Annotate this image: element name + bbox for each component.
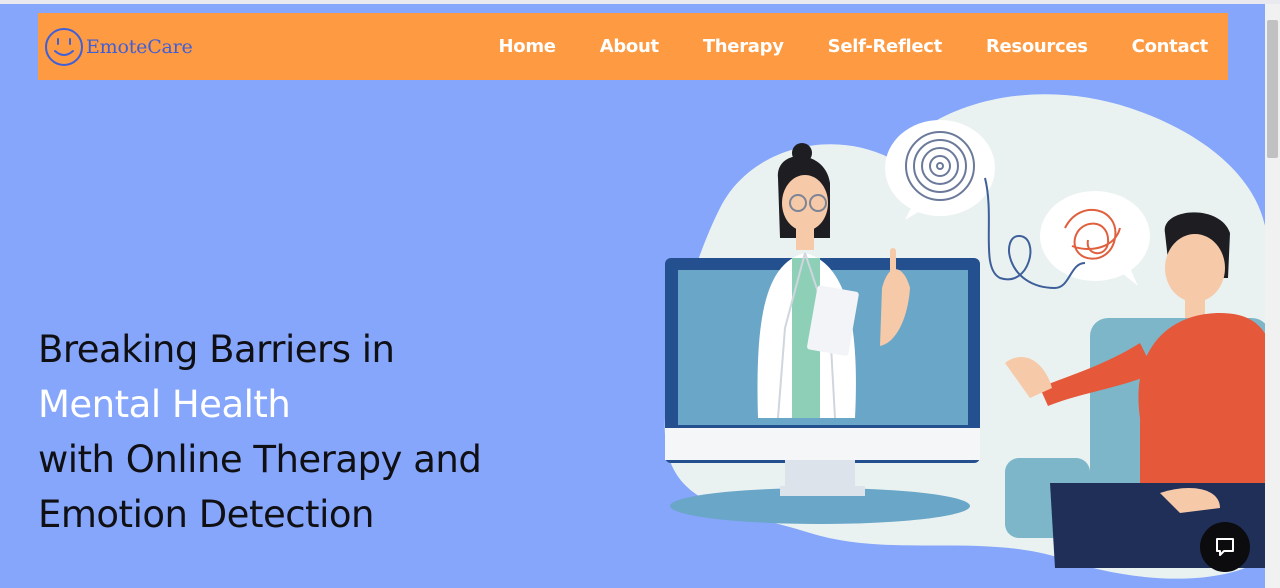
nav-therapy[interactable]: Therapy [703,36,784,57]
nav-contact[interactable]: Contact [1132,36,1209,57]
scrollbar-up-arrow[interactable] [1265,4,1280,18]
nav-resources[interactable]: Resources [986,36,1088,57]
hero-line-highlight: Mental Health [38,383,291,426]
nav-home[interactable]: Home [499,36,557,57]
smiley-face-icon [45,27,83,66]
therapy-illustration [664,94,1265,579]
browser-top-edge [0,0,1280,4]
hero-heading: Breaking Barriers in Mental Health with … [38,322,482,542]
scrollbar-down-arrow[interactable] [1265,574,1280,588]
hero-line-4: Emotion Detection [38,493,374,536]
chat-button[interactable] [1200,522,1250,572]
brand-logo[interactable]: EmoteCare [44,27,193,67]
brand-name: EmoteCare [86,35,193,58]
chat-bubble-icon [1216,538,1234,556]
navbar: EmoteCare Home About Therapy Self-Reflec… [38,13,1228,80]
vertical-scrollbar[interactable] [1265,18,1280,588]
nav-about[interactable]: About [600,36,659,57]
nav-self-reflect[interactable]: Self-Reflect [828,36,943,57]
main-nav: Home About Therapy Self-Reflect Resource… [455,13,1209,80]
hero-line-1: Breaking Barriers in [38,328,395,371]
scrollbar-thumb[interactable] [1267,20,1278,158]
hero-line-3: with Online Therapy and [38,438,482,481]
